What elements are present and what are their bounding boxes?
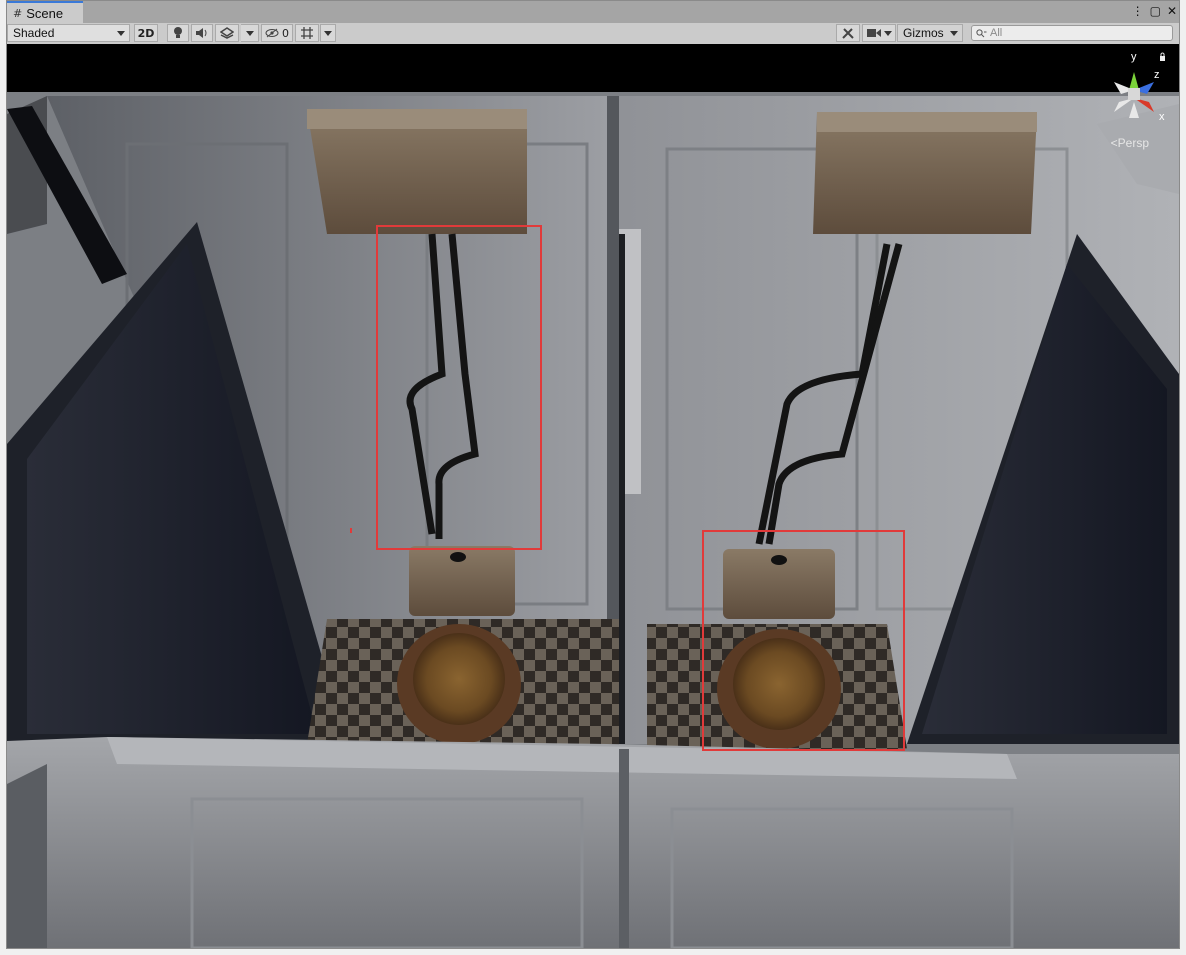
scene-render	[7, 44, 1179, 948]
scene-window: # Scene ⋮ ▢ ✕ Shaded 2D 0 Gizmos All y z…	[6, 0, 1180, 949]
axis-label-y: y	[1131, 51, 1137, 63]
kebab-menu-icon[interactable]: ⋮	[1132, 3, 1144, 19]
effects-dropdown[interactable]	[241, 24, 259, 42]
camera-icon	[866, 29, 881, 37]
scene-toolbar: Shaded 2D 0 Gizmos All	[7, 23, 1179, 45]
tools-icon[interactable]	[836, 24, 860, 42]
visibility-toggle[interactable]: 0	[261, 24, 293, 42]
gizmos-dropdown[interactable]: Gizmos	[897, 24, 963, 42]
tab-label: Scene	[26, 5, 64, 21]
projection-label: Persp	[1117, 136, 1149, 150]
highlight-box-pipe	[376, 225, 542, 550]
chevron-left-icon: <	[1110, 136, 1118, 150]
scene-hash-icon: #	[13, 6, 23, 20]
toggle-2d-label: 2D	[137, 26, 155, 40]
orientation-gizmo[interactable]: y z x	[1099, 50, 1169, 128]
visibility-icon	[265, 28, 279, 38]
search-input[interactable]	[990, 27, 1170, 39]
chevron-down-icon	[245, 30, 254, 36]
light-bulb-icon[interactable]	[167, 24, 189, 42]
lock-shackle	[1160, 52, 1165, 56]
hidden-count: 0	[282, 26, 289, 40]
close-icon[interactable]: ✕	[1167, 3, 1177, 19]
axis-label-z: z	[1154, 69, 1160, 81]
search-icon	[976, 28, 987, 37]
grid-snap-icon[interactable]	[295, 24, 319, 42]
scene-viewport[interactable]: y z x <Persp	[7, 44, 1179, 948]
axis-label-x: x	[1159, 111, 1165, 123]
projection-toggle[interactable]: <Persp	[1111, 136, 1149, 150]
tab-strip: # Scene ⋮ ▢ ✕	[7, 1, 1179, 24]
draw-mode-label: Shaded	[13, 26, 55, 40]
highlight-marker	[350, 528, 352, 533]
maximize-icon[interactable]: ▢	[1150, 3, 1161, 19]
gizmos-label: Gizmos	[903, 26, 944, 40]
effects-icon[interactable]	[215, 24, 239, 42]
lock-icon[interactable]	[1160, 56, 1165, 61]
audio-icon[interactable]	[191, 24, 213, 42]
draw-mode-dropdown[interactable]: Shaded	[7, 24, 130, 42]
grid-dropdown[interactable]	[320, 24, 336, 42]
tab-scene[interactable]: # Scene	[7, 1, 83, 23]
chevron-down-icon	[324, 30, 332, 36]
chevron-down-icon	[950, 31, 958, 36]
camera-settings-button[interactable]	[862, 24, 896, 42]
chevron-down-icon	[883, 30, 892, 36]
chevron-down-icon	[117, 31, 125, 36]
highlight-box-toilet	[702, 530, 905, 751]
scene-search[interactable]	[971, 25, 1173, 41]
toggle-2d-button[interactable]: 2D	[134, 24, 158, 42]
